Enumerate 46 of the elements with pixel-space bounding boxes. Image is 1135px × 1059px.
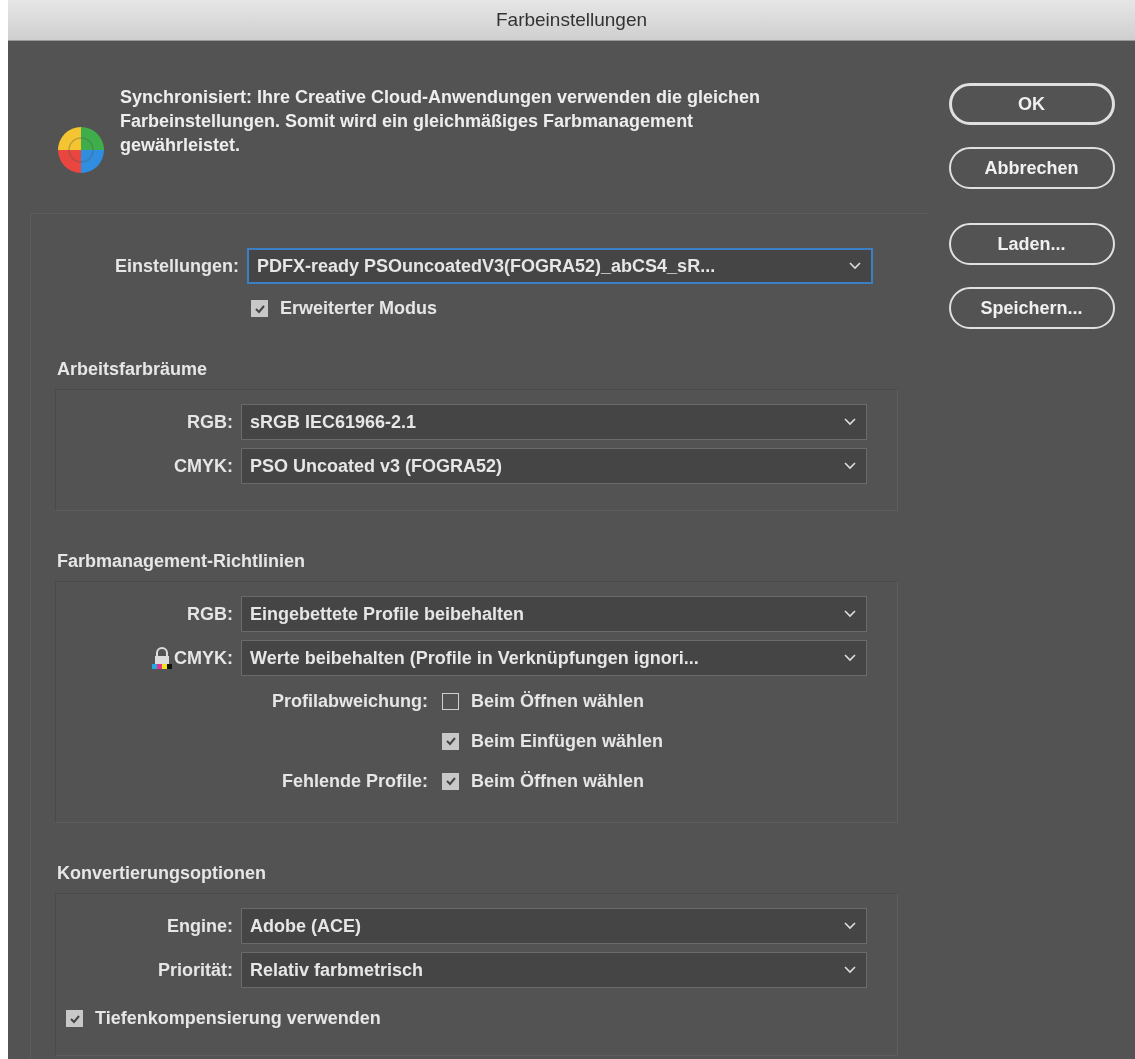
group-title: Konvertierungsoptionen: [56, 863, 267, 885]
checkbox-label: Tiefenkompensierung verwenden: [95, 1008, 381, 1029]
dropdown[interactable]: PSO Uncoated v3 (FOGRA52): [241, 448, 867, 484]
checkbox-label: Beim Öffnen wählen: [471, 770, 645, 792]
dialog-button[interactable]: Speichern...: [948, 287, 1115, 329]
chevron-icon: [844, 610, 856, 618]
chevron-icon: [844, 462, 856, 470]
checkbox[interactable]: [66, 1010, 83, 1027]
checkbox[interactable]: [251, 300, 268, 317]
field-label: CMYK:: [174, 455, 233, 477]
checkbox[interactable]: [442, 732, 459, 750]
settings-dropdown[interactable]: PDFX-ready PSOuncoatedV3(FOGRA52)_abCS4_sR...: [247, 248, 873, 284]
dialog-button[interactable]: Abbrechen: [948, 147, 1115, 189]
dropdown[interactable]: Werte beibehalten (Profile in Verknüpfungen ignori...: [241, 640, 867, 676]
color-wheel-icon: [56, 125, 106, 175]
field-label: RGB:: [187, 411, 233, 433]
chevron-icon: [844, 654, 856, 662]
checkbox[interactable]: [442, 692, 459, 710]
dropdown[interactable]: Adobe (ACE): [241, 908, 867, 944]
checkbox-label: Beim Öffnen wählen: [471, 690, 645, 712]
window-title: Farbeinstellungen: [495, 9, 647, 31]
field-label: CMYK:: [174, 647, 233, 669]
checkmark-icon: [444, 735, 457, 747]
group-title: Farbmanagement-Richtlinien: [56, 551, 307, 573]
dropdown[interactable]: sRGB IEC61966-2.1: [241, 404, 867, 440]
dialog-button[interactable]: Laden...: [948, 223, 1115, 265]
lock-icon: [151, 646, 173, 670]
field-label: Priorität:: [158, 959, 233, 981]
field-label: Engine:: [167, 915, 233, 937]
chevron-icon: [844, 922, 856, 930]
chevron-icon: [844, 966, 856, 974]
chevron-icon: [844, 418, 856, 426]
field-label: RGB:: [187, 603, 233, 625]
field-label: Profilabweichung:: [272, 690, 428, 712]
checkbox-label: Beim Einfügen wählen: [471, 730, 664, 752]
checkmark-icon: [444, 775, 457, 787]
group-title: Arbeitsfarbräume: [56, 359, 209, 381]
dialog-button[interactable]: OK: [948, 83, 1115, 125]
sync-message: Synchronisiert: Ihre Creative Cloud-Anwendungen verwenden die gleichen Farbeinstellungen. Somit wird ein gleichmäßiges Farbmanagement gewährleistet.: [120, 86, 762, 157]
checkbox[interactable]: [442, 772, 459, 790]
dropdown[interactable]: Relativ farbmetrisch: [241, 952, 867, 988]
checkbox-label: Erweiterter Modus: [280, 298, 438, 319]
chevron-icon: [849, 262, 861, 270]
field-label: Fehlende Profile:: [281, 770, 428, 792]
dropdown[interactable]: Eingebettete Profile beibehalten: [241, 596, 867, 632]
field-label: Einstellungen:: [114, 255, 240, 277]
